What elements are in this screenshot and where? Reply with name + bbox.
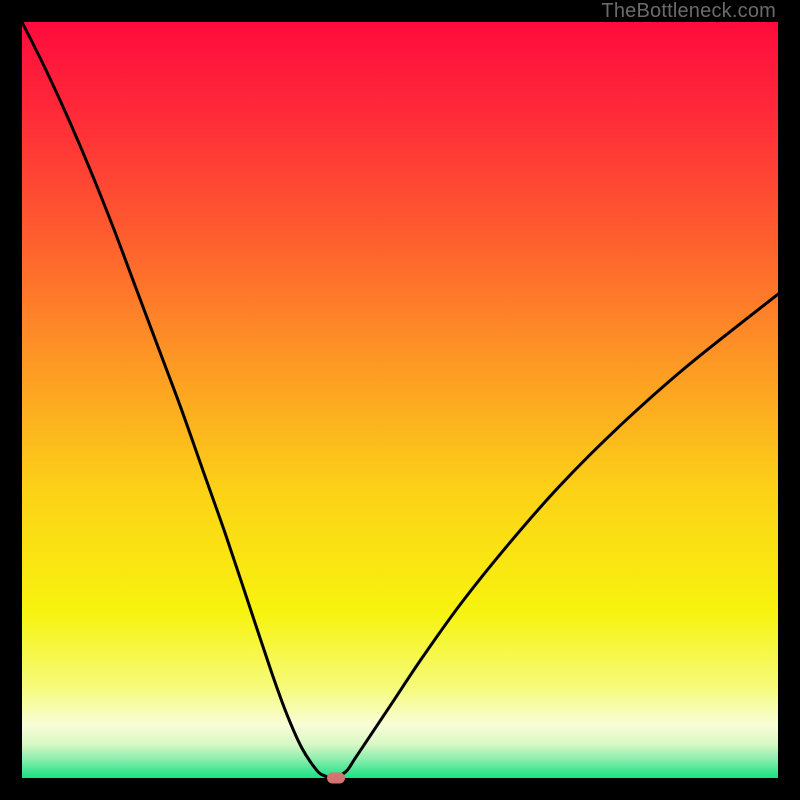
optimum-marker [327,773,345,784]
gradient-background [22,22,778,778]
chart-frame [22,22,778,778]
bottleneck-chart [22,22,778,778]
watermark-text: TheBottleneck.com [601,0,776,23]
